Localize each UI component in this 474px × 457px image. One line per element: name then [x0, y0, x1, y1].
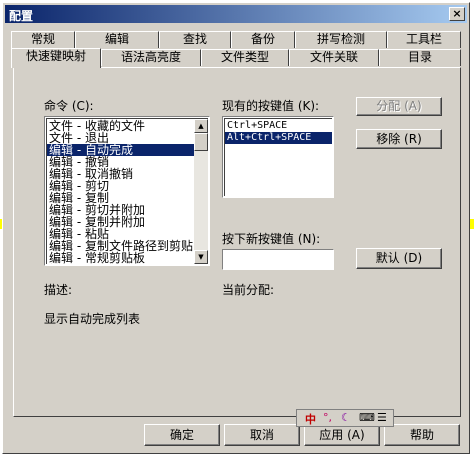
description-label: 描述:: [44, 283, 73, 297]
ime-chinese-icon[interactable]: 中: [305, 411, 316, 427]
default-button[interactable]: 默认 (D): [356, 248, 442, 269]
scroll-up-icon[interactable]: ▲: [194, 119, 208, 133]
new-key-input[interactable]: [222, 249, 334, 270]
description-text: 显示自动完成列表: [44, 312, 141, 326]
shortcut-panel: 命令 (C): 文件 - 收藏的文件 文件 - 退出 编辑 - 自动完成 编辑 - 撤…: [13, 67, 461, 417]
cancel-button[interactable]: 取消: [224, 424, 300, 446]
tab-toolbar[interactable]: 工具栏: [387, 31, 461, 48]
commands-listbox[interactable]: 文件 - 收藏的文件 文件 - 退出 编辑 - 自动完成 编辑 - 撤销 编辑 - 取消…: [44, 116, 210, 266]
title-bar: 配置 ×: [5, 5, 467, 23]
tab-find[interactable]: 查找: [159, 31, 231, 48]
scroll-thumb[interactable]: [194, 133, 208, 151]
ime-moon-icon[interactable]: ☾: [341, 411, 351, 424]
assign-button[interactable]: 分配 (A): [356, 97, 442, 116]
current-keys-label: 现有的按键值 (K):: [222, 99, 320, 113]
ime-punctuation-icon[interactable]: °,: [323, 411, 332, 424]
remove-button[interactable]: 移除 (R): [356, 129, 442, 149]
tab-syntax-highlight[interactable]: 语法高亮度: [101, 49, 201, 66]
tab-general[interactable]: 常规: [11, 31, 75, 48]
new-key-label: 按下新按键值 (N):: [222, 232, 321, 246]
ime-toolbar[interactable]: 中 °, ☾ ⌨ ☰: [296, 409, 394, 427]
ime-tools-icon[interactable]: ☰: [377, 411, 387, 424]
key-list-item[interactable]: Alt+Ctrl+SPACE: [225, 132, 332, 144]
window-title: 配置: [9, 9, 34, 23]
tab-shortcut-mapping[interactable]: 快速键映射: [11, 48, 101, 68]
tab-backup[interactable]: 备份: [231, 31, 295, 48]
ok-button[interactable]: 确定: [144, 424, 220, 446]
config-dialog: 配置 × 常规 编辑 查找 备份 拼写检测 工具栏 快速键映射 语法高亮度 文件…: [2, 2, 470, 454]
tab-file-association[interactable]: 文件关联: [289, 49, 379, 66]
close-button[interactable]: ×: [449, 7, 465, 21]
tab-file-types[interactable]: 文件类型: [201, 49, 289, 66]
current-assignment-label: 当前分配:: [222, 283, 275, 297]
ime-keyboard-icon[interactable]: ⌨: [359, 411, 375, 424]
edge-marker-right: [470, 219, 474, 229]
tab-edit[interactable]: 编辑: [75, 31, 159, 48]
tab-spellcheck[interactable]: 拼写检测: [295, 31, 387, 48]
commands-scrollbar[interactable]: ▲ ▼: [194, 119, 208, 264]
apply-button[interactable]: 应用 (A): [304, 424, 380, 446]
current-keys-listbox[interactable]: Ctrl+SPACE Alt+Ctrl+SPACE: [222, 116, 334, 198]
tab-directory[interactable]: 目录: [379, 49, 461, 66]
help-button[interactable]: 帮助: [384, 424, 460, 446]
key-list-item[interactable]: Ctrl+SPACE: [225, 120, 332, 132]
scroll-down-icon[interactable]: ▼: [194, 250, 208, 264]
commands-label: 命令 (C):: [44, 99, 94, 113]
